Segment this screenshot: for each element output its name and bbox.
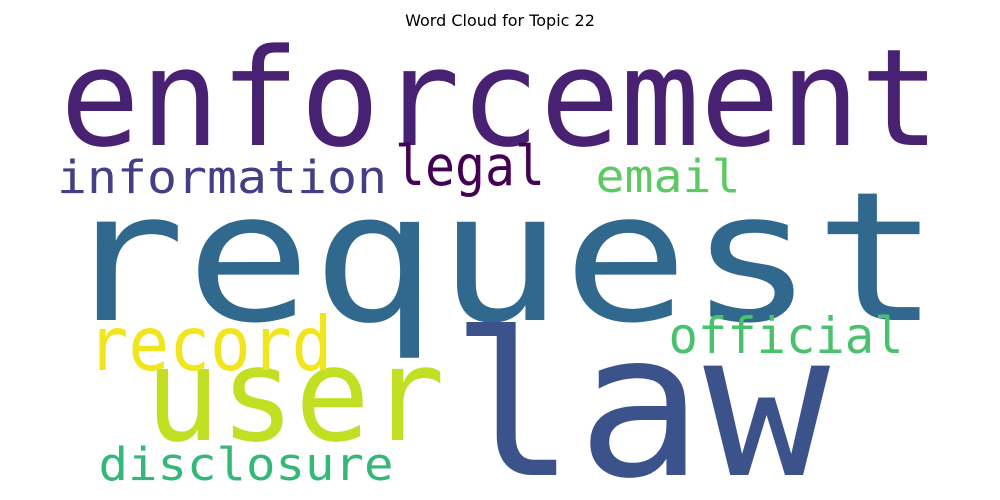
word-disclosure: disclosure: [99, 438, 394, 491]
word-cloud: requestlawenforcementuserinformation lega…: [57, 20, 940, 500]
word-legal: legal: [395, 134, 545, 198]
word-information: information: [57, 151, 387, 204]
word-record: record: [88, 300, 333, 388]
word-email: email: [596, 150, 741, 203]
word-official: official: [669, 307, 904, 365]
